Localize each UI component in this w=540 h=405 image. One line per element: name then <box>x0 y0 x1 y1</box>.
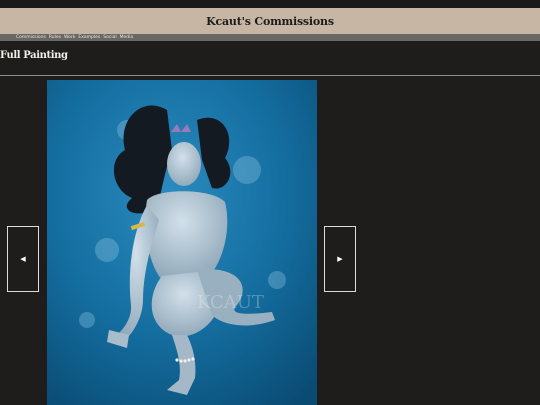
left-arrow-icon: ◀ <box>20 255 26 263</box>
nav-item-examples[interactable]: Examples <box>78 35 100 40</box>
gallery-image[interactable]: KCAUT <box>47 80 317 405</box>
section-divider <box>0 75 540 76</box>
painting-watermark: KCAUT <box>197 292 264 313</box>
nav-item-rules[interactable]: Rules <box>49 35 61 40</box>
nav-item-commissions[interactable]: Commissions <box>16 35 46 40</box>
nav-item-social[interactable]: Social <box>103 35 116 40</box>
nav-item-work[interactable]: Work <box>64 35 75 40</box>
site-header: Kcaut's Commissions <box>0 8 540 34</box>
section-title: Full Painting <box>0 50 68 61</box>
top-strip <box>0 0 540 8</box>
next-button[interactable]: ▶ <box>324 226 356 292</box>
site-title: Kcaut's Commissions <box>206 14 334 28</box>
nav-item-media[interactable]: Media <box>120 35 134 40</box>
prev-button[interactable]: ◀ <box>7 226 39 292</box>
painting-artwork: KCAUT <box>47 80 317 405</box>
right-arrow-icon: ▶ <box>337 255 343 263</box>
nav-bar: Commissions Rules Work Examples Social M… <box>0 34 540 41</box>
